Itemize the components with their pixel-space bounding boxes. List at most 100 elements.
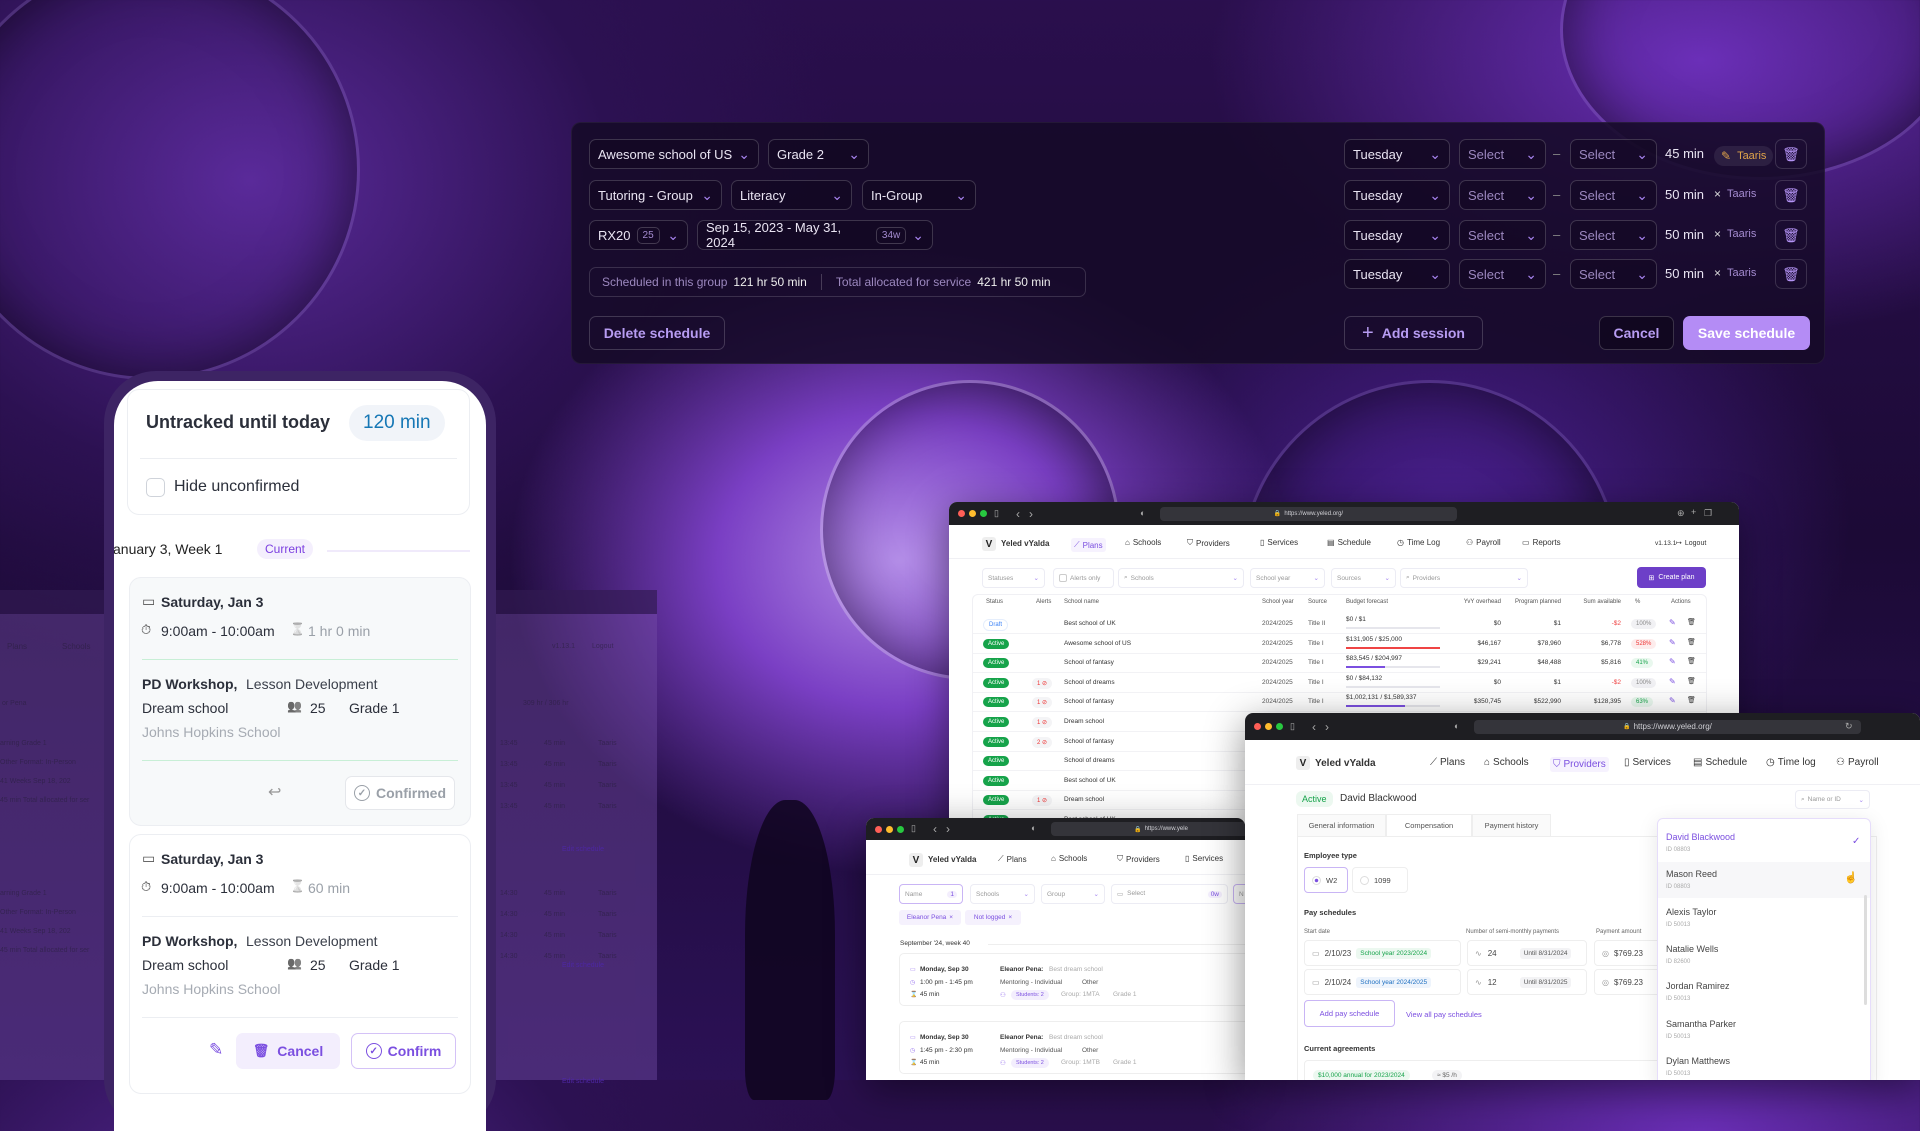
filter-schools[interactable]: ⌕ Schools ⌄	[1118, 568, 1244, 588]
trash-icon[interactable]: 🗑	[1775, 180, 1807, 210]
filter-more[interactable]: N	[1233, 884, 1245, 904]
provider-tag[interactable]: × Taaris	[1714, 266, 1756, 280]
filter-statuses[interactable]: Statuses ⌄	[982, 568, 1045, 588]
trash-icon[interactable]: 🗑	[1687, 638, 1696, 646]
nav-schools[interactable]: ⌂ Schools	[1125, 538, 1161, 547]
back-icon[interactable]: ‹	[933, 822, 937, 836]
filter-school-year[interactable]: School year ⌄	[1250, 568, 1325, 588]
session-start-select[interactable]: Select ⌄	[1459, 180, 1546, 210]
window-control-button[interactable]	[1276, 723, 1283, 730]
trash-icon[interactable]: 🗑	[1775, 139, 1807, 169]
radio-button[interactable]	[1360, 875, 1369, 885]
dropdown-scrollbar[interactable]	[1864, 895, 1867, 1005]
nav-providers[interactable]: ⛉ Providers	[1550, 757, 1609, 772]
dropdown-option[interactable]: David Blackwood ID 08803 ✓	[1658, 825, 1870, 861]
employee-type-1099[interactable]: 1099	[1352, 867, 1408, 893]
confirm-button[interactable]: ✓ Confirm	[351, 1033, 456, 1069]
dropdown-option[interactable]: Alexis Taylor ID 50013	[1658, 900, 1870, 936]
trash-icon[interactable]: 🗑	[1687, 657, 1696, 665]
window-control-button[interactable]	[980, 510, 987, 517]
select-0-1[interactable]: Grade 2 ⌄	[768, 139, 869, 169]
session-day-select[interactable]: Tuesday ⌄	[1344, 220, 1450, 250]
save-schedule-button[interactable]: Save schedule	[1683, 316, 1810, 350]
nav-payroll[interactable]: ⚇ Payroll	[1836, 757, 1879, 768]
edit-schedule-link[interactable]: Edit schedule	[562, 962, 604, 969]
filter-schools[interactable]: Schools ⌄	[970, 884, 1035, 904]
forward-icon[interactable]: ›	[946, 822, 950, 836]
hide-unconfirmed-checkbox[interactable]	[146, 478, 165, 497]
back-icon[interactable]: ‹	[1312, 720, 1316, 734]
nav-providers[interactable]: ⛉ Providers	[1187, 538, 1230, 548]
nav-plans[interactable]: ⟋ Plans	[998, 854, 1027, 864]
tab-compensation[interactable]: Compensation	[1386, 814, 1472, 836]
filter-name[interactable]: Name 1	[899, 884, 963, 904]
sidebar-icon[interactable]: ▯	[994, 508, 999, 519]
logout-button[interactable]: ↦ Logout	[1676, 539, 1706, 548]
session-start-select[interactable]: Select ⌄	[1459, 220, 1546, 250]
provider-search[interactable]: ⌕ Name or ID ⌄	[1795, 790, 1870, 809]
select-1-2[interactable]: In-Group ⌄	[862, 180, 976, 210]
nav-services[interactable]: ▯ Services	[1624, 757, 1671, 768]
session-end-select[interactable]: Select ⌄	[1570, 139, 1657, 169]
edit-schedule-link[interactable]: Edit schedule	[562, 1078, 604, 1085]
edit-icon[interactable]: ✎	[1669, 696, 1676, 705]
window-control-button[interactable]	[969, 510, 976, 517]
provider-tag[interactable]: ✎ Taaris	[1714, 146, 1774, 166]
address-bar[interactable]: 🔒 https://www.yeled.org/	[1474, 719, 1861, 734]
filter-alerts-only[interactable]: Alerts only	[1053, 568, 1114, 588]
nav-schedule[interactable]: ▤ Schedule	[1327, 538, 1371, 547]
dropdown-option[interactable]: Mason Reed ID 08803 ☝	[1658, 862, 1870, 899]
employee-type-W2[interactable]: W2	[1304, 867, 1348, 893]
edit-icon[interactable]: ✎	[1669, 618, 1676, 627]
window-control-button[interactable]	[958, 510, 965, 517]
filter-chip[interactable]: Eleanor Pena ×	[899, 910, 961, 925]
session-end-select[interactable]: Select ⌄	[1570, 259, 1657, 289]
sidebar-icon[interactable]: ▯	[1290, 721, 1295, 732]
select-1-1[interactable]: Literacy ⌄	[731, 180, 852, 210]
trash-icon[interactable]: 🗑	[1775, 220, 1807, 250]
forward-icon[interactable]: ›	[1029, 507, 1033, 521]
payments-field[interactable]: ∿ 24 Until 8/31/2024	[1467, 940, 1587, 966]
window-control-button[interactable]	[886, 825, 893, 833]
session-start-select[interactable]: Select ⌄	[1459, 139, 1546, 169]
filter-providers[interactable]: ⌕ Providers ⌄	[1400, 568, 1528, 588]
cancel-button[interactable]: Cancel	[1599, 316, 1674, 350]
window-control-button[interactable]	[1265, 723, 1272, 730]
filter-date[interactable]: ▭ Select 0w	[1111, 884, 1228, 904]
trash-icon[interactable]: 🗑	[1775, 259, 1807, 289]
dropdown-option[interactable]: Natalie Wells ID 82600	[1658, 937, 1870, 973]
address-bar[interactable]: 🔒 https://www.yeled.org/	[1160, 506, 1457, 521]
amount-field[interactable]: ◎ $769.23	[1594, 940, 1664, 966]
edit-icon[interactable]: ✎	[1669, 638, 1676, 647]
start-date-field[interactable]: ▭ 2/10/23 School year 2023/2024	[1304, 940, 1461, 966]
payments-field[interactable]: ∿ 12 Until 8/31/2025	[1467, 969, 1587, 995]
trash-icon[interactable]: 🗑	[1687, 696, 1696, 704]
radio-button[interactable]	[1312, 875, 1321, 885]
session-day-select[interactable]: Tuesday ⌄	[1344, 139, 1450, 169]
nav-services[interactable]: ▯ Services	[1185, 854, 1223, 863]
view-all-pay-schedules-link[interactable]: View all pay schedules	[1406, 1010, 1482, 1019]
nav-providers[interactable]: ⛉ Providers	[1117, 854, 1160, 864]
address-bar[interactable]: 🔒 https://www.yele	[1051, 822, 1245, 836]
checkbox[interactable]	[1059, 574, 1067, 582]
window-control-button[interactable]	[897, 825, 904, 833]
session-end-select[interactable]: Select ⌄	[1570, 180, 1657, 210]
dropdown-option[interactable]: Samantha Parker ID 50013	[1658, 1012, 1870, 1048]
sidebar-icon[interactable]: ▯	[911, 823, 916, 834]
provider-tag[interactable]: × Taaris	[1714, 187, 1756, 201]
session-day-select[interactable]: Tuesday ⌄	[1344, 180, 1450, 210]
dropdown-option[interactable]: Jordan Ramirez ID 50013	[1658, 974, 1870, 1010]
add-pay-schedule-button[interactable]: Add pay schedule	[1304, 1000, 1395, 1027]
window-control-button[interactable]	[875, 825, 882, 833]
select-2-1[interactable]: Sep 15, 2023 - May 31, 2024 34w ⌄	[697, 220, 933, 250]
back-icon[interactable]: ‹	[1016, 507, 1020, 521]
trash-icon[interactable]: 🗑	[1687, 677, 1696, 685]
nav-schools[interactable]: ⌂ Schools	[1484, 757, 1529, 768]
select-2-0[interactable]: RX20 25 ⌄	[589, 220, 688, 250]
delete-schedule-button[interactable]: Delete schedule	[589, 316, 725, 350]
edit-icon[interactable]: ✎	[1669, 677, 1676, 686]
amount-field[interactable]: ◎ $769.23	[1594, 969, 1664, 995]
select-0-0[interactable]: Awesome school of US ⌄	[589, 139, 759, 169]
confirmed-button[interactable]: ✓ Confirmed	[345, 776, 455, 810]
nav-plans[interactable]: ⟋ Plans	[1430, 757, 1465, 768]
